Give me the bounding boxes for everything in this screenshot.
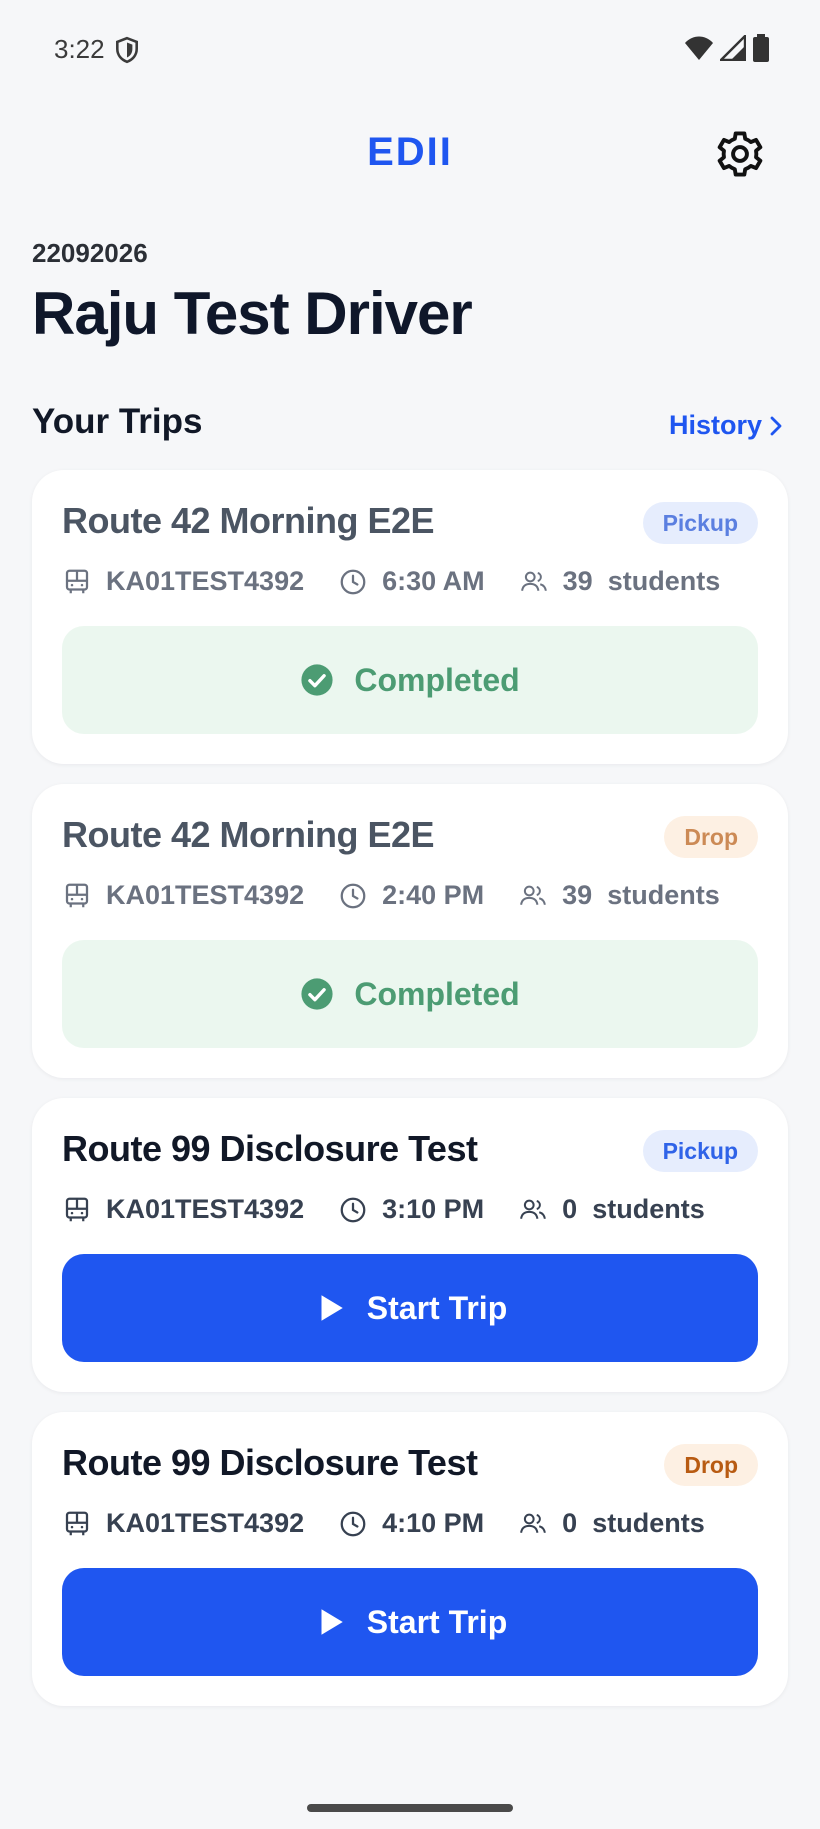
trip-students: 0 students: [518, 1194, 705, 1225]
trip-vehicle: KA01TEST4392: [62, 880, 304, 911]
play-icon: [321, 1295, 343, 1321]
start-trip-button[interactable]: Start Trip: [62, 1254, 758, 1362]
people-icon: [520, 571, 547, 591]
status-time: 3:22: [54, 34, 105, 64]
status-bar: 3:22: [0, 0, 820, 100]
trip-time: 3:10 PM: [338, 1194, 484, 1225]
signal-icon: [720, 35, 746, 61]
trip-vehicle: KA01TEST4392: [62, 1194, 304, 1225]
trip-students: 39 students: [519, 566, 720, 597]
trip-type-badge: Pickup: [642, 1130, 758, 1172]
trip-time: 2:40 PM: [338, 880, 484, 911]
trip-meta-row: KA01TEST4392 4:10 PM 0 students: [62, 1508, 705, 1539]
battery-icon: [753, 34, 769, 62]
history-label: History: [668, 410, 762, 440]
trip-students: 39 students: [518, 880, 720, 911]
wifi-icon: [685, 36, 713, 60]
status-icons: [684, 34, 770, 62]
bus-icon: [65, 1511, 89, 1535]
settings-button[interactable]: [714, 128, 766, 180]
bus-icon: [65, 883, 89, 907]
trip-route-name: Route 99 Disclosure Test: [62, 1128, 478, 1169]
trip-students: 0 students: [518, 1508, 705, 1539]
bus-icon: [65, 1197, 89, 1221]
history-link[interactable]: History: [669, 410, 784, 441]
play-icon: [321, 1609, 343, 1635]
app-title: EDII: [367, 130, 453, 174]
check-circle-icon: [301, 664, 333, 696]
start-trip-button[interactable]: Start Trip: [62, 1568, 758, 1676]
trip-type-badge: Drop: [664, 1444, 758, 1486]
trips-header: Your Trips History: [32, 402, 784, 452]
bus-icon: [65, 569, 89, 593]
trip-route-name: Route 42 Morning E2E: [62, 500, 435, 541]
trip-meta-row: KA01TEST4392 6:30 AM 39 students: [62, 566, 720, 597]
trip-vehicle: KA01TEST4392: [62, 566, 304, 597]
clock-icon: [340, 569, 366, 594]
clock-icon: [340, 1511, 366, 1536]
trip-type-badge: Pickup: [642, 502, 758, 544]
driver-id: 22092026: [32, 238, 148, 268]
check-circle-icon: [301, 978, 333, 1010]
trip-vehicle: KA01TEST4392: [62, 1508, 304, 1539]
people-icon: [520, 1513, 547, 1533]
trip-completed-status: Completed: [62, 626, 758, 734]
trip-card: Route 99 Disclosure Test Pickup KA01TEST…: [32, 1098, 788, 1392]
trip-completed-status: Completed: [62, 940, 758, 1048]
shield-icon: [116, 36, 138, 64]
trip-meta-row: KA01TEST4392 2:40 PM 39 students: [62, 880, 720, 911]
trip-route-name: Route 42 Morning E2E: [62, 814, 435, 855]
trip-time: 4:10 PM: [338, 1508, 484, 1539]
home-indicator[interactable]: [307, 1804, 513, 1812]
trip-card: Route 42 Morning E2E Pickup KA01TEST4392…: [32, 470, 788, 764]
driver-section: 22092026 Raju Test Driver: [32, 238, 473, 348]
driver-name: Raju Test Driver: [32, 280, 473, 347]
trip-meta-row: KA01TEST4392 3:10 PM 0 students: [62, 1194, 705, 1225]
chevron-right-icon: [770, 416, 782, 435]
trip-card: Route 42 Morning E2E Drop KA01TEST4392 2…: [32, 784, 788, 1078]
app-header: EDII: [0, 120, 820, 190]
clock-icon: [340, 1197, 366, 1222]
gear-icon: [717, 131, 763, 177]
trip-type-badge: Drop: [664, 816, 758, 858]
clock-icon: [340, 883, 366, 908]
people-icon: [520, 1199, 547, 1219]
trips-title: Your Trips: [32, 402, 203, 441]
people-icon: [520, 885, 547, 905]
trip-route-name: Route 99 Disclosure Test: [62, 1442, 478, 1483]
trip-card: Route 99 Disclosure Test Drop KA01TEST43…: [32, 1412, 788, 1706]
trip-time: 6:30 AM: [338, 566, 485, 597]
